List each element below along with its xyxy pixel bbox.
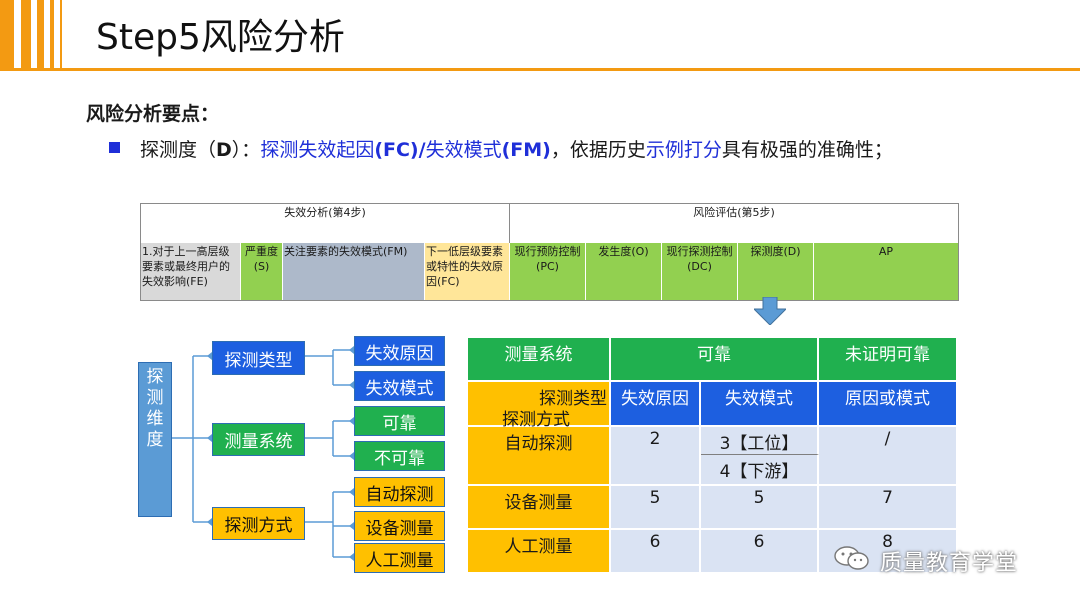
tree-leaf-reliable: 可靠 (354, 406, 445, 436)
cell-equip-cause: 5 (611, 486, 701, 530)
th-failure-cause: 失效原因 (611, 382, 701, 427)
cell-auto-unproven: / (819, 427, 958, 486)
tree-root: 探测维度 (138, 362, 172, 517)
th-cause-or-mode: 原因或模式 (819, 382, 958, 427)
tree-leaf-failure-cause: 失效原因 (354, 336, 445, 366)
row-label-manual: 人工测量 (468, 530, 611, 574)
tree-branch-detection-type: 探测类型 (212, 341, 305, 375)
cell-manual-mode: 6 (701, 530, 819, 574)
row-label-equipment: 设备测量 (468, 486, 611, 530)
tree-branch-measurement-system: 测量系统 (212, 423, 305, 456)
cell-equip-unproven: 7 (819, 486, 958, 530)
th-measurement-system: 测量系统 (468, 338, 611, 382)
tree-leaf-manual-measure: 人工测量 (354, 543, 445, 573)
tree-branch-detection-method: 探测方式 (212, 507, 305, 540)
wechat-icon (834, 546, 869, 570)
th-diagonal: 探测类型 探测方式 (468, 382, 611, 430)
tree-leaf-equipment-measure: 设备测量 (354, 511, 445, 541)
row-label-auto-detect: 自动探测 (468, 427, 611, 486)
cell-equip-mode: 5 (701, 486, 819, 530)
watermark-text: 质量教育学堂 (880, 551, 1019, 576)
tree-leaf-unreliable: 不可靠 (354, 441, 445, 471)
cell-auto-cause: 2 (611, 427, 701, 486)
tree-leaf-auto-detect: 自动探测 (354, 477, 445, 507)
cell-auto-mode-station: 3【工位】 (701, 427, 819, 455)
th-failure-mode: 失效模式 (701, 382, 819, 427)
tree-leaf-failure-mode: 失效模式 (354, 371, 445, 401)
cell-manual-cause: 6 (611, 530, 701, 574)
th-unproven: 未证明可靠 (819, 338, 958, 382)
detection-rating-table: 测量系统 可靠 未证明可靠 探测类型 探测方式 失效原因 失效模式 原因或模式 … (468, 338, 958, 574)
cell-auto-mode-downstream: 4【下游】 (701, 455, 819, 486)
th-reliable: 可靠 (611, 338, 819, 382)
